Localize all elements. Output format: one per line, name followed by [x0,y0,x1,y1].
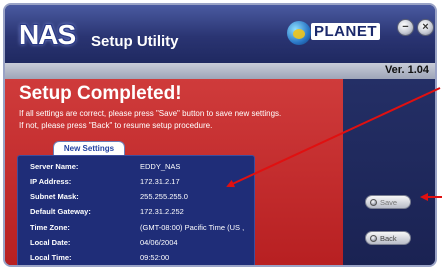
title-bar: NAS Setup Utility PLANET − × [5,5,435,63]
close-icon: × [422,21,429,33]
setting-label: Local Time: [30,253,72,262]
setting-value: 04/06/2004 [140,238,178,247]
setting-value: 09:52:00 [140,253,170,262]
setup-utility-window: NAS Setup Utility PLANET − × Ver. 1.04 S… [3,3,437,267]
setting-label: Server Name: [30,162,79,171]
setting-value: 172.31.2.17 [140,177,180,186]
setting-label: Subnet Mask: [30,192,79,201]
planet-logo: PLANET [287,19,380,51]
brand-name: PLANET [311,23,380,40]
new-settings-tab: New Settings [53,141,125,155]
save-button-label: Save [380,197,398,207]
back-button-label: Back [380,233,397,243]
version-bar: Ver. 1.04 [5,63,435,79]
setting-value: 255.255.255.0 [140,192,188,201]
setting-value: EDDY_NAS [140,162,181,171]
page-title: Setup Completed! [19,83,182,104]
instruction-text: If not, please press "Back" to resume se… [19,121,213,130]
setting-label: Time Zone: [30,223,70,232]
back-button[interactable]: Back [365,231,411,245]
button-dot-icon [370,198,377,206]
setup-panel: Setup Completed! If all settings are cor… [5,79,343,265]
planet-globe-icon [287,21,311,45]
version-label: Ver. 1.04 [384,64,429,76]
setting-label: IP Address: [30,177,72,186]
minimize-button[interactable]: − [397,19,414,36]
settings-summary: Server Name: EDDY_NAS IP Address: 172.31… [17,155,255,265]
instruction-text: If all settings are correct, please pres… [19,109,282,118]
nas-logo: NAS [19,19,76,50]
app-title: Setup Utility [91,33,179,50]
minimize-icon: − [402,21,409,33]
save-button[interactable]: Save [365,195,411,209]
setting-value: (GMT-08:00) Pacific Time (US , [140,223,245,232]
side-panel: Save Back [343,79,435,265]
setting-label: Local Date: [30,238,71,247]
setting-value: 172.31.2.252 [140,207,184,216]
close-button[interactable]: × [417,19,434,36]
setting-label: Default Gateway: [30,207,91,216]
button-dot-icon [370,234,377,242]
